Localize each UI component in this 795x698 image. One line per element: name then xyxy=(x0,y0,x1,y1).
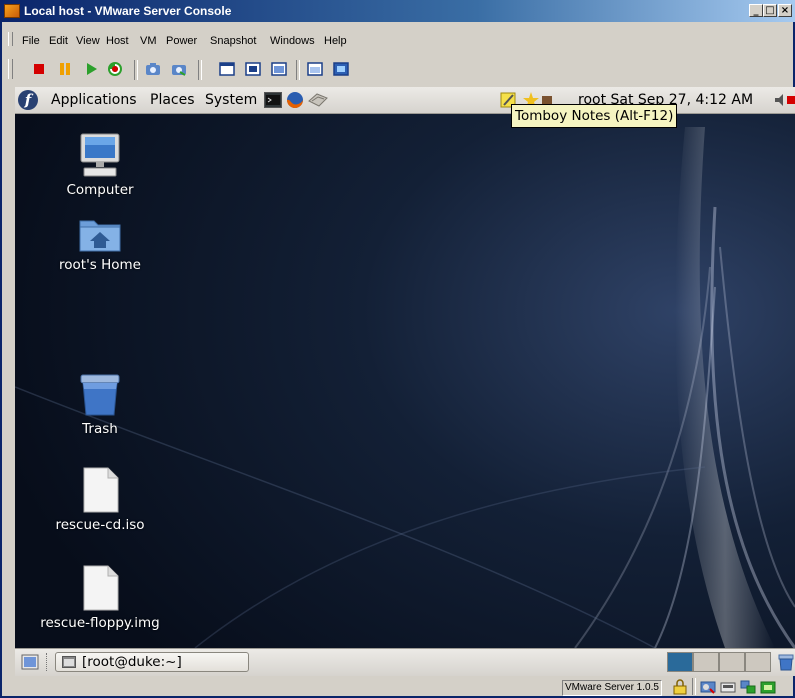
workspace-3[interactable] xyxy=(719,652,745,672)
reset-icon[interactable] xyxy=(106,60,124,78)
workspace-4[interactable] xyxy=(745,652,771,672)
trash-applet-icon[interactable] xyxy=(777,653,795,671)
terminal-icon[interactable] xyxy=(264,92,282,108)
revert-snapshot-icon[interactable] xyxy=(170,60,188,78)
full-screen-icon[interactable] xyxy=(218,60,236,78)
floppy-device-icon[interactable] xyxy=(720,679,736,695)
close-button[interactable]: × xyxy=(778,4,792,17)
desktop-icon-computer[interactable]: Computer xyxy=(50,132,150,198)
console-view-icon[interactable] xyxy=(306,60,324,78)
volume-icon[interactable] xyxy=(773,92,795,108)
take-snapshot-icon[interactable] xyxy=(144,60,162,78)
fedora-logo-icon[interactable]: f xyxy=(18,90,38,110)
menu-vm[interactable]: VM xyxy=(140,35,157,47)
status-bar: VMware Server 1.0.5 xyxy=(2,677,791,696)
menu-help[interactable]: Help xyxy=(324,35,347,47)
toolbar-separator xyxy=(134,60,138,80)
panel-menu-places[interactable]: Places xyxy=(150,91,195,109)
network-device-icon[interactable] xyxy=(740,679,756,695)
desktop-icon-label: Computer xyxy=(66,182,134,198)
desktop-icon-rescue-cd[interactable]: rescue-cd.iso xyxy=(40,467,160,533)
menu-file[interactable]: File xyxy=(22,35,40,47)
show-desktop-icon[interactable] xyxy=(21,653,39,671)
firefox-icon[interactable] xyxy=(286,91,304,109)
gnome-bottom-panel: [root@duke:~] xyxy=(15,648,795,676)
desktop-icon-label: root's Home xyxy=(59,257,141,273)
tooltip: Tomboy Notes (Alt-F12) xyxy=(511,104,678,128)
menu-bar: File Edit View Host VM Power Snapshot Wi… xyxy=(2,24,791,52)
panel-menu-applications[interactable]: Applications xyxy=(51,91,137,109)
window-title: Local host - VMware Server Console xyxy=(24,4,232,18)
menu-edit[interactable]: Edit xyxy=(49,35,68,47)
menubar-grip xyxy=(8,32,13,46)
workspace-2[interactable] xyxy=(693,652,719,672)
home-folder-icon xyxy=(79,220,121,252)
file-icon xyxy=(83,565,119,611)
menu-windows[interactable]: Windows xyxy=(270,35,315,47)
vmware-version-label: VMware Server 1.0.5 xyxy=(562,680,662,696)
workspace-1[interactable] xyxy=(667,652,693,672)
toolbar-grip xyxy=(8,59,13,79)
panel-menu-system[interactable]: System xyxy=(205,91,257,109)
menu-snapshot[interactable]: Snapshot xyxy=(210,35,256,47)
usb-device-icon[interactable] xyxy=(760,679,776,695)
desktop-icon-label: Trash xyxy=(82,421,118,437)
menu-host[interactable]: Host xyxy=(106,35,129,47)
vmware-app-icon[interactable] xyxy=(4,4,20,18)
summary-view-icon[interactable] xyxy=(270,60,288,78)
trash-icon xyxy=(80,374,120,416)
taskbar-window-label: [root@duke:~] xyxy=(82,654,182,670)
email-icon[interactable] xyxy=(308,92,328,108)
maximize-button[interactable]: □ xyxy=(763,4,777,17)
menu-power[interactable]: Power xyxy=(166,35,197,47)
menu-view[interactable]: View xyxy=(76,35,100,47)
desktop-icon-label: rescue-floppy.img xyxy=(40,615,160,631)
toolbar xyxy=(2,56,791,84)
terminal-icon xyxy=(62,656,76,668)
file-icon xyxy=(83,467,119,513)
minimize-button[interactable]: _ xyxy=(749,4,763,17)
desktop-icon-label: rescue-cd.iso xyxy=(55,517,145,533)
desktop-icon-trash[interactable]: Trash xyxy=(50,373,150,437)
power-off-icon[interactable] xyxy=(30,60,48,78)
power-on-icon[interactable] xyxy=(82,60,100,78)
suspend-icon[interactable] xyxy=(56,60,74,78)
vm-console-screen[interactable]: f Applications Places System root Sat Se… xyxy=(15,87,795,648)
quick-switch-icon[interactable] xyxy=(244,60,262,78)
status-separator xyxy=(692,678,696,695)
window-titlebar[interactable]: Local host - VMware Server Console _ □ × xyxy=(0,0,795,22)
desktop-icon-rescue-floppy[interactable]: rescue-floppy.img xyxy=(30,565,170,631)
taskbar-window-button[interactable]: [root@duke:~] xyxy=(55,652,249,672)
toolbar-separator xyxy=(296,60,300,80)
cdrom-device-icon[interactable] xyxy=(700,679,716,695)
lock-icon xyxy=(673,679,687,695)
desktop-icon-home[interactable]: root's Home xyxy=(35,217,165,273)
appliance-view-icon[interactable] xyxy=(332,60,350,78)
toolbar-separator xyxy=(198,60,202,80)
gnome-top-panel: f Applications Places System root Sat Se… xyxy=(15,87,795,114)
panel-handle xyxy=(46,653,49,671)
computer-icon xyxy=(80,133,120,177)
